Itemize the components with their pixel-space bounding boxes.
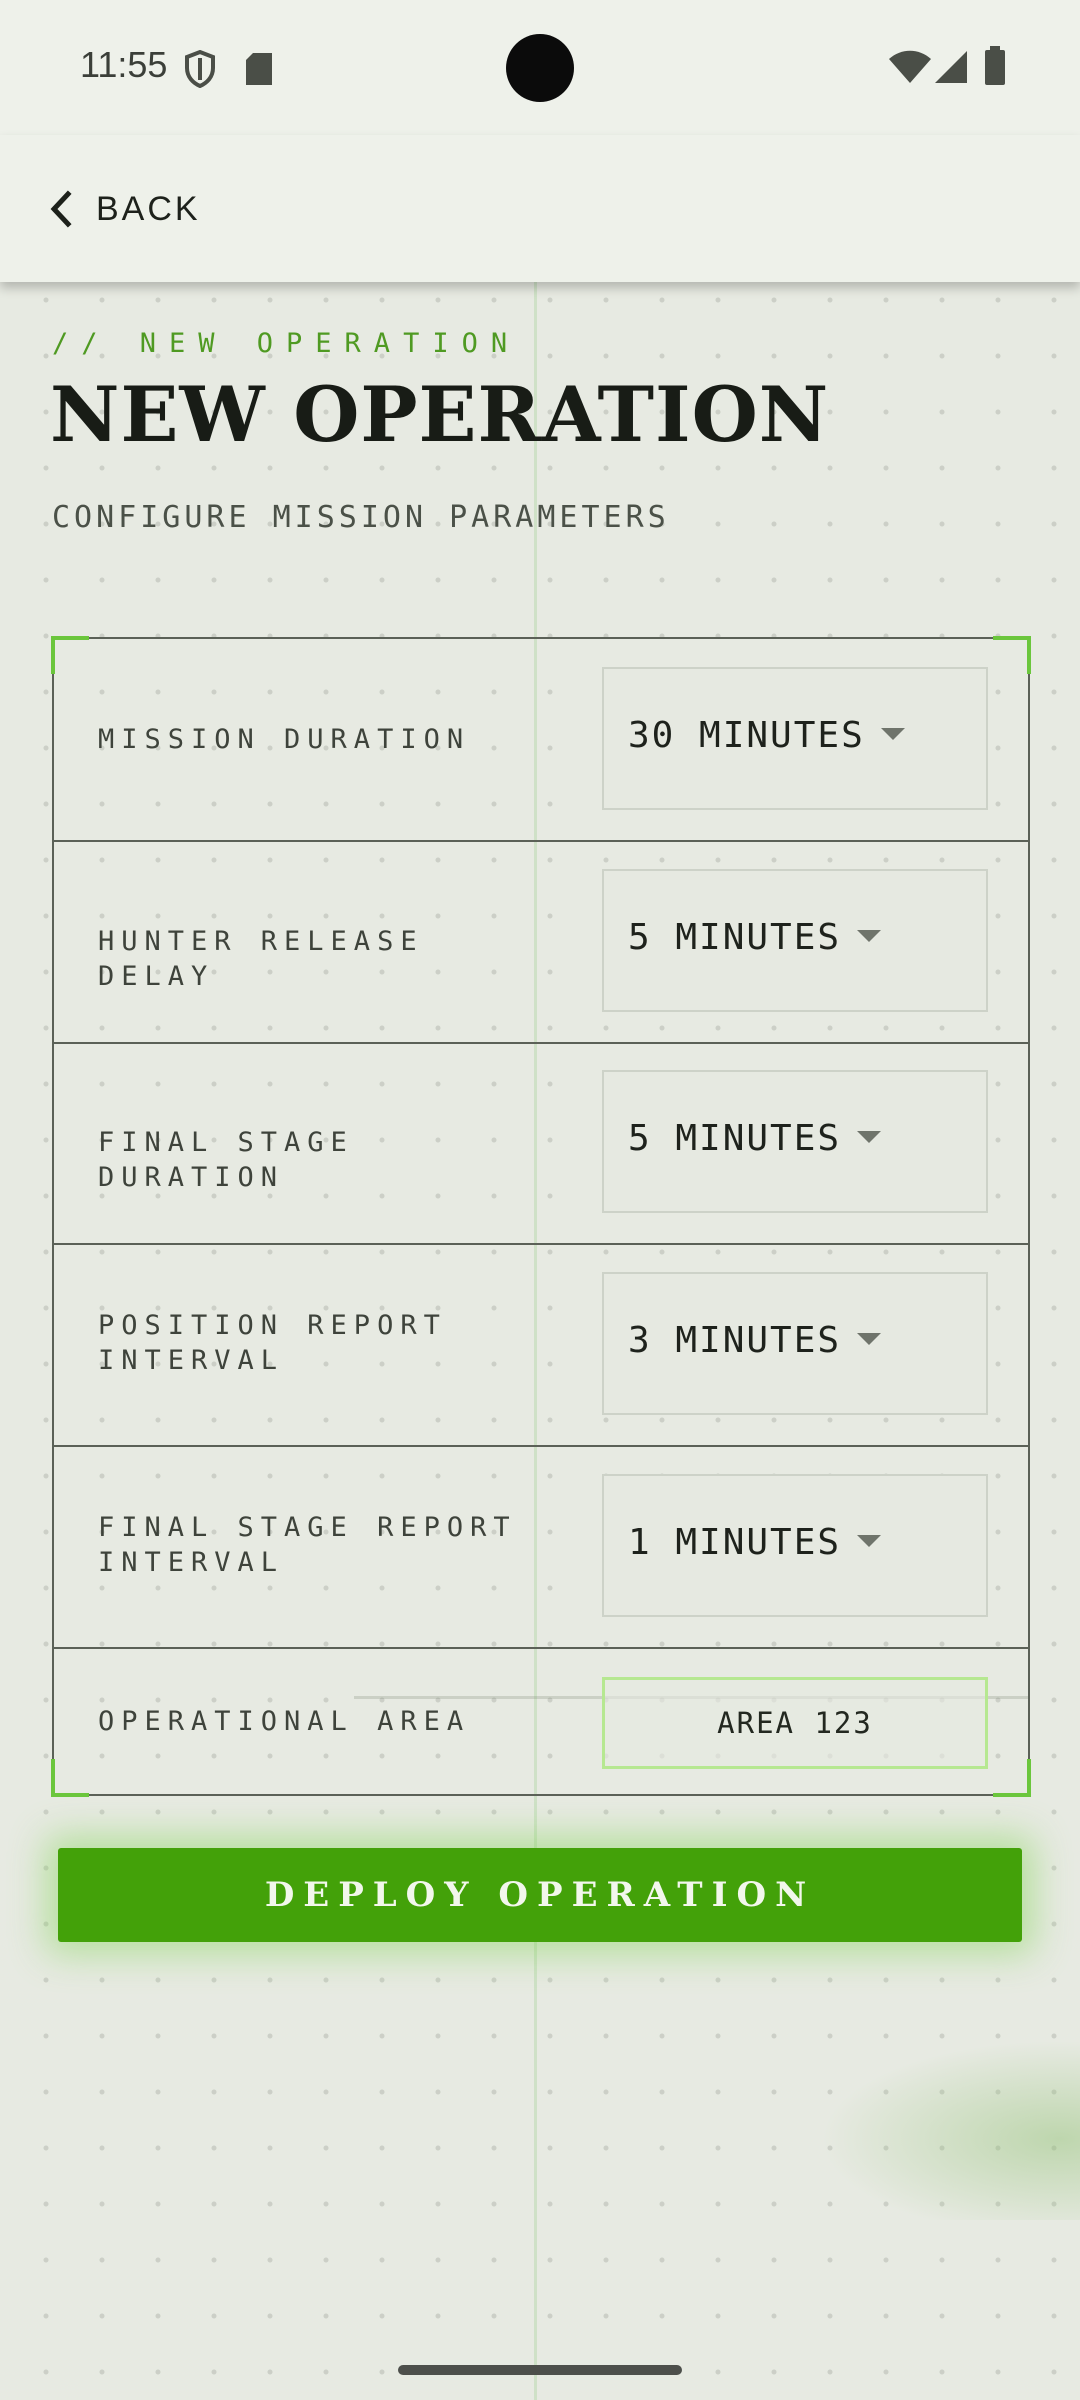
dropdown-caret-icon	[857, 930, 882, 942]
shield-icon	[185, 50, 215, 88]
select-value: 5 MINUTES	[628, 917, 842, 958]
back-label: BACK	[96, 189, 201, 228]
select-value-wrap: 5 MINUTES	[628, 1118, 882, 1159]
select-value-wrap: 5 MINUTES	[628, 917, 882, 958]
battery-icon	[985, 46, 1005, 85]
deploy-operation-button[interactable]: DEPLOY OPERATION	[58, 1848, 1022, 1942]
page-subtitle: CONFIGURE MISSION PARAMETERS	[52, 500, 670, 535]
dropdown-caret-icon	[857, 1535, 882, 1547]
setting-row-position-report-interval: POSITION REPORT INTERVAL 3 MINUTES	[54, 1244, 1028, 1447]
eyebrow-label: // NEW OPERATION	[52, 328, 521, 359]
dropdown-caret-icon	[857, 1131, 882, 1143]
deploy-label: DEPLOY OPERATION	[264, 1875, 816, 1915]
sd-card-icon	[246, 53, 272, 85]
corner-bracket	[51, 1759, 89, 1797]
settings-card: MISSION DURATION 30 MINUTES HUNTER RELEA…	[51, 636, 1031, 1797]
setting-row-final-stage-report-interval: FINAL STAGE REPORT INTERVAL 1 MINUTES	[54, 1446, 1028, 1649]
dropdown-caret-icon	[880, 728, 905, 740]
select-value-wrap: 1 MINUTES	[628, 1522, 882, 1563]
home-indicator[interactable]	[398, 2365, 682, 2375]
select-value: 5 MINUTES	[628, 1118, 842, 1159]
mission-duration-select[interactable]: 30 MINUTES	[602, 667, 988, 810]
select-value-wrap: 30 MINUTES	[628, 715, 905, 756]
setting-row-final-stage-duration: FINAL STAGE DURATION 5 MINUTES	[54, 1042, 1028, 1245]
dropdown-caret-icon	[857, 1333, 882, 1345]
corner-bracket	[51, 636, 89, 674]
cellular-icon	[935, 51, 967, 83]
app-bar: BACK	[0, 135, 1080, 282]
back-button[interactable]: BACK	[48, 181, 201, 237]
operational-area-field[interactable]: AREA 123	[602, 1677, 988, 1769]
corner-bracket	[993, 1759, 1031, 1797]
camera-cutout	[506, 34, 574, 102]
setting-label: MISSION DURATION	[98, 724, 471, 755]
status-bar: 11:55	[0, 0, 1080, 135]
select-value: 3 MINUTES	[628, 1320, 842, 1361]
final-stage-report-interval-select[interactable]: 1 MINUTES	[602, 1474, 988, 1617]
select-value: 30 MINUTES	[628, 715, 865, 756]
setting-row-mission-duration: MISSION DURATION 30 MINUTES	[54, 639, 1028, 842]
setting-label: HUNTER RELEASE DELAY	[98, 926, 424, 992]
wifi-icon	[889, 50, 931, 83]
setting-label: FINAL STAGE REPORT INTERVAL	[98, 1512, 517, 1578]
setting-label: FINAL STAGE DURATION	[98, 1127, 354, 1193]
chevron-left-icon	[50, 190, 72, 228]
position-report-interval-select[interactable]: 3 MINUTES	[602, 1272, 988, 1415]
setting-label: POSITION REPORT INTERVAL	[98, 1310, 447, 1376]
hunter-release-delay-select[interactable]: 5 MINUTES	[602, 869, 988, 1012]
status-time: 11:55	[80, 44, 168, 85]
corner-glow	[820, 2040, 1080, 2220]
page-title: NEW OPERATION	[50, 370, 830, 459]
setting-row-operational-area: OPERATIONAL AREA AREA 123	[54, 1649, 1028, 1794]
select-value: 1 MINUTES	[628, 1522, 842, 1563]
corner-bracket	[993, 636, 1031, 674]
select-value-wrap: 3 MINUTES	[628, 1320, 882, 1361]
setting-row-hunter-release-delay: HUNTER RELEASE DELAY 5 MINUTES	[54, 841, 1028, 1044]
setting-label: OPERATIONAL AREA	[98, 1706, 471, 1737]
final-stage-duration-select[interactable]: 5 MINUTES	[602, 1070, 988, 1213]
